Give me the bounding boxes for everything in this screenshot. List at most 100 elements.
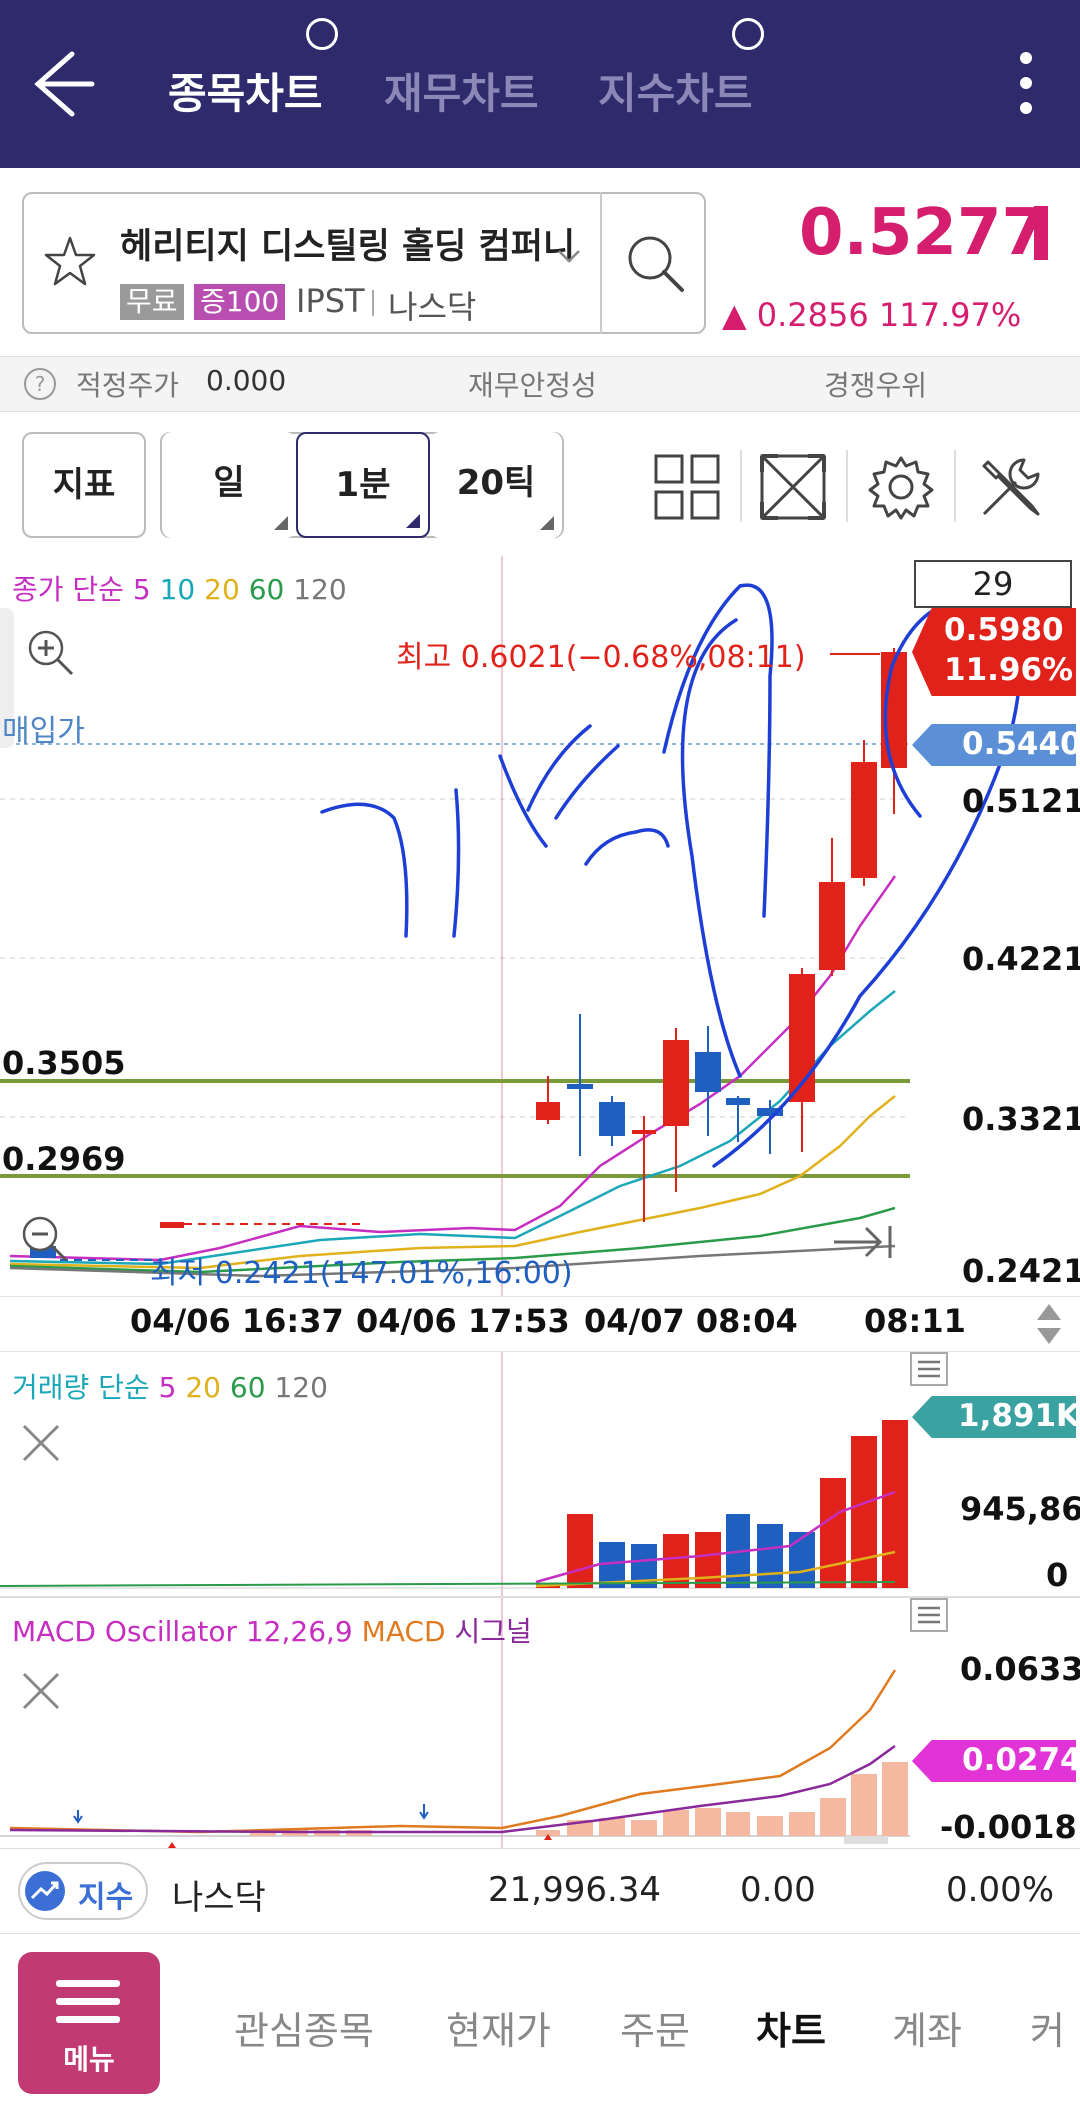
index-name: 나스닥: [172, 1878, 266, 1918]
volume-legend-ma120: 120: [274, 1371, 328, 1404]
volume-legend-ma20: 20: [185, 1371, 221, 1404]
volume-y-label: 945,860: [960, 1490, 1080, 1528]
buy-price-tag-value: 0.5440: [962, 726, 1080, 762]
index-pct: 0.00%: [946, 1870, 1055, 1910]
svg-text:?: ?: [35, 372, 46, 396]
more-menu-icon[interactable]: [1018, 52, 1034, 122]
nav-more[interactable]: 커: [1030, 2000, 1065, 2055]
period-1min-label: 1분: [335, 465, 391, 505]
high-label: 최고 0.6021(−0.68%,08:11): [396, 640, 806, 675]
time-label: 04/06 17:53: [356, 1302, 570, 1340]
index-pill-label: 지수: [78, 1880, 134, 1915]
sync-icon: [306, 18, 338, 50]
gear-icon[interactable]: [866, 452, 936, 522]
scroll-to-latest-icon[interactable]: [830, 1218, 896, 1266]
volume-y-label: 0: [1046, 1556, 1069, 1594]
candle-count-box[interactable]: 29: [914, 560, 1072, 608]
y-axis-label: 0.5121: [962, 782, 1080, 820]
nav-quote[interactable]: 현재가: [446, 2000, 551, 2055]
time-label: 04/06 16:37: [130, 1302, 344, 1340]
legend-ma10: 10: [159, 573, 196, 606]
price-change: ▲ 0.2856 117.97%: [722, 296, 1022, 334]
tab-stock-chart[interactable]: 종목차트: [168, 60, 323, 121]
resize-arrows-icon[interactable]: [1034, 1302, 1064, 1346]
chevron-down-icon[interactable]: [556, 248, 582, 264]
price-indicator-bar: [1034, 206, 1048, 260]
volume-chart[interactable]: 거래량 단순 5 20 60 120 1,891K 945,860 0: [0, 1352, 1080, 1596]
macd-y-label: -0.0018: [940, 1808, 1077, 1846]
time-label: 04/07 08:04: [584, 1302, 798, 1340]
back-arrow-icon[interactable]: [22, 42, 102, 122]
volume-legend-prefix: 거래량 단순: [12, 1371, 150, 1404]
help-icon[interactable]: ?: [22, 366, 58, 402]
fullscreen-icon[interactable]: [758, 452, 828, 522]
high-price-tag-pct: 11.96%: [944, 652, 1074, 688]
volume-legend: 거래량 단순 5 20 60 120: [12, 1366, 328, 1406]
search-icon[interactable]: [620, 228, 690, 298]
legend-ma60: 60: [248, 573, 285, 606]
y-axis-label: 0.4221: [962, 940, 1080, 978]
exchange: 나스닥: [388, 288, 477, 326]
star-icon[interactable]: [40, 232, 100, 292]
ma20-line: [9, 1095, 896, 1270]
period-1min-button[interactable]: 1분: [296, 432, 430, 538]
price-chart[interactable]: 종가 단순 5 10 20 60 120 29 매입가 최고 0.6021(−0…: [0, 556, 1080, 1296]
level-label: 0.3505: [2, 1044, 126, 1082]
close-icon[interactable]: [16, 1666, 66, 1716]
y-axis-label: 0.3321: [962, 1100, 1080, 1138]
grid-layout-icon[interactable]: [652, 452, 722, 522]
tools-icon[interactable]: [976, 452, 1046, 522]
period-20tick-button[interactable]: 20틱: [430, 432, 562, 538]
time-label: 08:11: [864, 1302, 966, 1340]
indicator-button[interactable]: 지표: [22, 432, 146, 538]
ticker: IPST: [296, 282, 365, 320]
period-day-button[interactable]: 일: [162, 432, 296, 538]
tab-index-chart[interactable]: 지수차트: [598, 60, 753, 121]
competitive-edge-label[interactable]: 경쟁우위: [824, 364, 927, 404]
legend-prefix: 종가 단순: [12, 573, 124, 606]
nav-account[interactable]: 계좌: [892, 2000, 962, 2055]
low-label: 최저 0.2421(147.01%,16:00): [150, 1256, 573, 1291]
period-day-label: 일: [213, 463, 245, 503]
volume-legend-ma5: 5: [158, 1371, 177, 1404]
badge-margin: 증100: [194, 284, 286, 320]
macd-tag-value: 0.0274: [962, 1742, 1080, 1778]
current-price: 0.5277: [799, 196, 1046, 270]
divider: [740, 450, 742, 522]
zoom-in-icon[interactable]: [24, 626, 76, 678]
tab-financial-chart[interactable]: 재무차트: [384, 60, 539, 121]
stock-name: 헤리티지 디스틸링 홀딩 컴퍼니: [120, 227, 576, 267]
divider: [600, 192, 602, 334]
hamburger-icon[interactable]: [910, 1598, 948, 1632]
app-header: 종목차트 재무차트 지수차트: [0, 0, 1080, 168]
macd-legend-signal: 시그널: [454, 1615, 532, 1648]
nav-order[interactable]: 주문: [620, 2000, 690, 2055]
trend-icon: [25, 1871, 65, 1911]
nav-chart[interactable]: 차트: [756, 2000, 826, 2055]
period-20tick-label: 20틱: [456, 463, 536, 503]
level-label: 0.2969: [2, 1140, 126, 1178]
index-change: 0.00: [740, 1870, 816, 1910]
macd-legend-osc: MACD Oscillator 12,26,9: [12, 1615, 353, 1648]
nav-watchlist[interactable]: 관심종목: [234, 2000, 374, 2055]
fair-price-value: 0.000: [206, 364, 287, 397]
ma-legend: 종가 단순 5 10 20 60 120: [12, 568, 347, 608]
y-axis-label: 0.2421: [962, 1252, 1080, 1290]
hamburger-icon[interactable]: [910, 1352, 948, 1386]
close-icon[interactable]: [16, 1418, 66, 1468]
legend-ma5: 5: [132, 573, 151, 606]
buy-price-label: 매입가: [2, 714, 85, 749]
macd-chart[interactable]: MACD Oscillator 12,26,9 MACD 시그널 0.0633 …: [0, 1598, 1080, 1848]
legend-ma20: 20: [204, 573, 240, 606]
divider: [372, 290, 374, 316]
fair-price-label: 적정주가: [76, 369, 180, 402]
macd-line: [9, 1669, 897, 1834]
volume-tag-value: 1,891K: [958, 1398, 1080, 1434]
menu-button[interactable]: 메뉴: [18, 1952, 160, 2094]
zoom-out-icon[interactable]: [18, 1212, 70, 1264]
macd-legend: MACD Oscillator 12,26,9 MACD 시그널: [12, 1610, 532, 1650]
index-value: 21,996.34: [488, 1870, 662, 1910]
financial-stability-label[interactable]: 재무안정성: [468, 364, 597, 404]
badge-free: 무료: [120, 284, 184, 320]
divider: [954, 450, 956, 522]
